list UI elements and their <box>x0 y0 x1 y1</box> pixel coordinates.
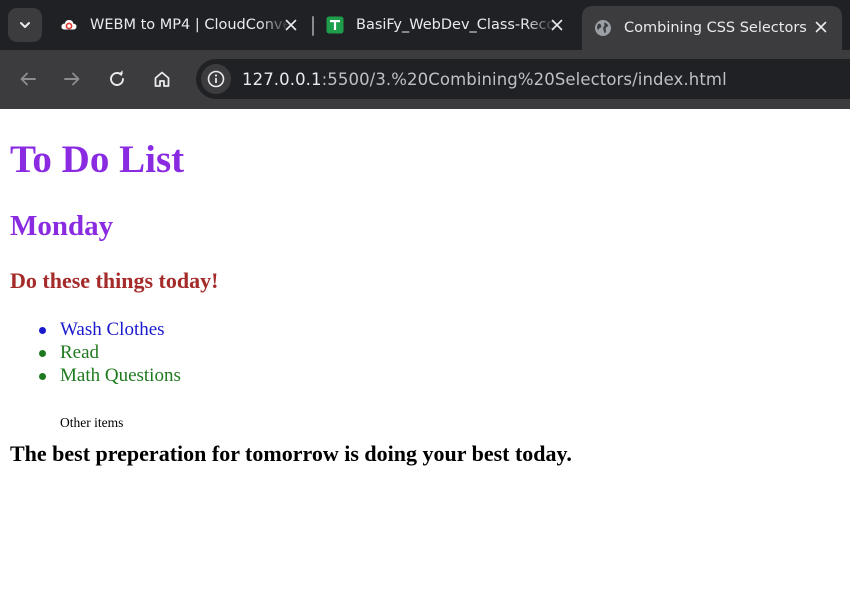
tab-title: BasiFy_WebDev_Class-Recordings <box>356 17 556 33</box>
tab-title: Combining CSS Selectors <box>624 20 807 36</box>
list-item: Math Questions <box>0 364 181 387</box>
tab-basify-sheets[interactable]: BasiFy_WebDev_Class-Recordings <box>316 0 578 50</box>
todo-list: Wash Clothes Read Math Questions <box>0 318 181 387</box>
home-button[interactable] <box>147 64 177 94</box>
url-host: 127.0.0.1 <box>242 69 322 89</box>
list-item: Wash Clothes <box>0 318 181 341</box>
arrow-left-icon <box>20 72 36 86</box>
close-tab-icon[interactable] <box>812 18 830 36</box>
home-icon <box>154 71 170 87</box>
back-button[interactable] <box>13 64 43 94</box>
list-item-text: Wash Clothes <box>60 319 165 340</box>
page-title: To Do List <box>10 138 185 181</box>
close-tab-icon[interactable] <box>548 16 566 34</box>
list-item: Read <box>0 341 181 364</box>
tab-separator <box>312 16 314 36</box>
chevron-down-icon <box>20 22 30 28</box>
list-item-text: Math Questions <box>60 365 181 386</box>
globe-icon <box>594 19 612 37</box>
reload-button[interactable] <box>102 64 132 94</box>
reload-icon <box>110 70 124 86</box>
quote-heading: The best preperation for tomorrow is doi… <box>10 441 572 466</box>
tab-title: WEBM to MP4 | CloudConvert <box>90 17 290 33</box>
google-sheets-icon <box>326 16 344 34</box>
bullet-icon <box>39 327 46 334</box>
forward-button[interactable] <box>57 64 87 94</box>
info-icon <box>207 70 225 88</box>
bullet-icon <box>39 350 46 357</box>
address-bar[interactable]: 127.0.0.1:5500/3.%20Combining%20Selector… <box>196 59 850 99</box>
subtitle-heading: Do these things today! <box>10 268 219 293</box>
browser-window: WEBM to MP4 | CloudConvert BasiFy_WebDev… <box>0 0 850 605</box>
cloudconvert-icon <box>60 16 78 34</box>
day-heading: Monday <box>10 210 114 242</box>
close-tab-icon[interactable] <box>282 16 300 34</box>
other-items-text: Other items <box>60 414 124 430</box>
tab-strip: WEBM to MP4 | CloudConvert BasiFy_WebDev… <box>0 0 850 50</box>
tab-combining-css-selectors[interactable]: Combining CSS Selectors <box>582 6 842 50</box>
page-content: To Do List Monday Do these things today!… <box>0 109 850 605</box>
bullet-icon <box>39 373 46 380</box>
url-text: 127.0.0.1:5500/3.%20Combining%20Selector… <box>242 70 727 89</box>
tab-search-button[interactable] <box>8 8 42 42</box>
browser-toolbar: 127.0.0.1:5500/3.%20Combining%20Selector… <box>0 50 850 109</box>
arrow-right-icon <box>64 72 80 86</box>
tab-cloudconvert[interactable]: WEBM to MP4 | CloudConvert <box>50 0 312 50</box>
url-path: :5500/3.%20Combining%20Selectors/index.h… <box>321 69 727 89</box>
list-item-text: Read <box>60 342 100 363</box>
site-info-button[interactable] <box>201 64 231 94</box>
